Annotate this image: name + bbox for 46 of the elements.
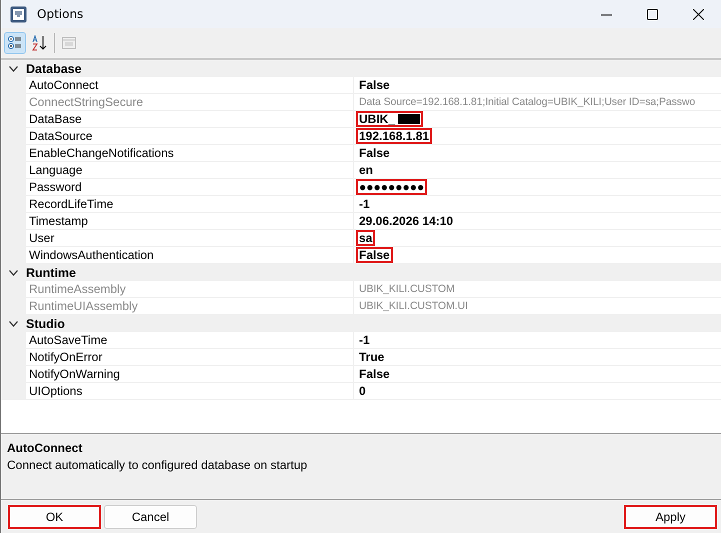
- category-name: Studio: [26, 316, 65, 330]
- property-name[interactable]: DataSource: [26, 128, 353, 145]
- close-icon[interactable]: [692, 8, 704, 20]
- category-name: Runtime: [26, 266, 76, 280]
- property-name[interactable]: UIOptions: [26, 383, 353, 400]
- window-title: Options: [37, 7, 84, 21]
- property-name[interactable]: AutoConnect: [26, 77, 353, 94]
- property-value[interactable]: -1: [356, 332, 373, 348]
- description-title: AutoConnect: [7, 441, 84, 455]
- property-name[interactable]: Language: [26, 162, 353, 179]
- property-name[interactable]: EnableChangeNotifications: [26, 145, 353, 162]
- property-value[interactable]: 0: [356, 383, 369, 399]
- property-name[interactable]: Timestamp: [26, 213, 353, 230]
- description-text: Connect automatically to configured database on startup: [7, 458, 308, 472]
- property-pages-icon: [61, 35, 77, 51]
- dialog-button[interactable]: Apply: [624, 504, 717, 528]
- property-value[interactable]: 192.168.1.81: [356, 128, 432, 144]
- property-value[interactable]: en: [356, 162, 376, 178]
- property-name[interactable]: DataBase: [26, 111, 353, 128]
- categorized-button[interactable]: [4, 32, 26, 54]
- property-value[interactable]: False: [356, 366, 393, 382]
- chevron-icon[interactable]: [9, 320, 18, 326]
- property-value[interactable]: sa: [356, 230, 376, 246]
- category-name: Database: [26, 62, 82, 76]
- chevron-icon[interactable]: [9, 270, 18, 276]
- maximize-icon[interactable]: [646, 8, 658, 20]
- property-value[interactable]: False: [356, 145, 393, 161]
- property-value[interactable]: False: [356, 247, 393, 263]
- property-name[interactable]: RecordLifeTime: [26, 196, 353, 213]
- property-value[interactable]: False: [356, 77, 393, 93]
- property-value[interactable]: -1: [356, 196, 373, 212]
- property-value[interactable]: True: [356, 349, 388, 365]
- app-icon: [10, 6, 27, 22]
- dialog-button[interactable]: Cancel: [104, 504, 197, 528]
- property-name[interactable]: User: [26, 230, 353, 247]
- property-name[interactable]: Password: [26, 179, 353, 196]
- property-name[interactable]: AutoSaveTime: [26, 332, 353, 349]
- sort-az-icon: [32, 35, 48, 51]
- property-name[interactable]: WindowsAuthentication: [26, 247, 353, 264]
- dialog-button[interactable]: OK: [8, 504, 101, 528]
- property-name[interactable]: NotifyOnError: [26, 349, 353, 366]
- property-value[interactable]: UBIK_: [356, 111, 424, 127]
- chevron-icon[interactable]: [9, 66, 18, 72]
- property-name[interactable]: NotifyOnWarning: [26, 366, 353, 383]
- categorized-icon: [7, 35, 23, 51]
- property-value[interactable]: ●●●●●●●●●: [356, 179, 428, 195]
